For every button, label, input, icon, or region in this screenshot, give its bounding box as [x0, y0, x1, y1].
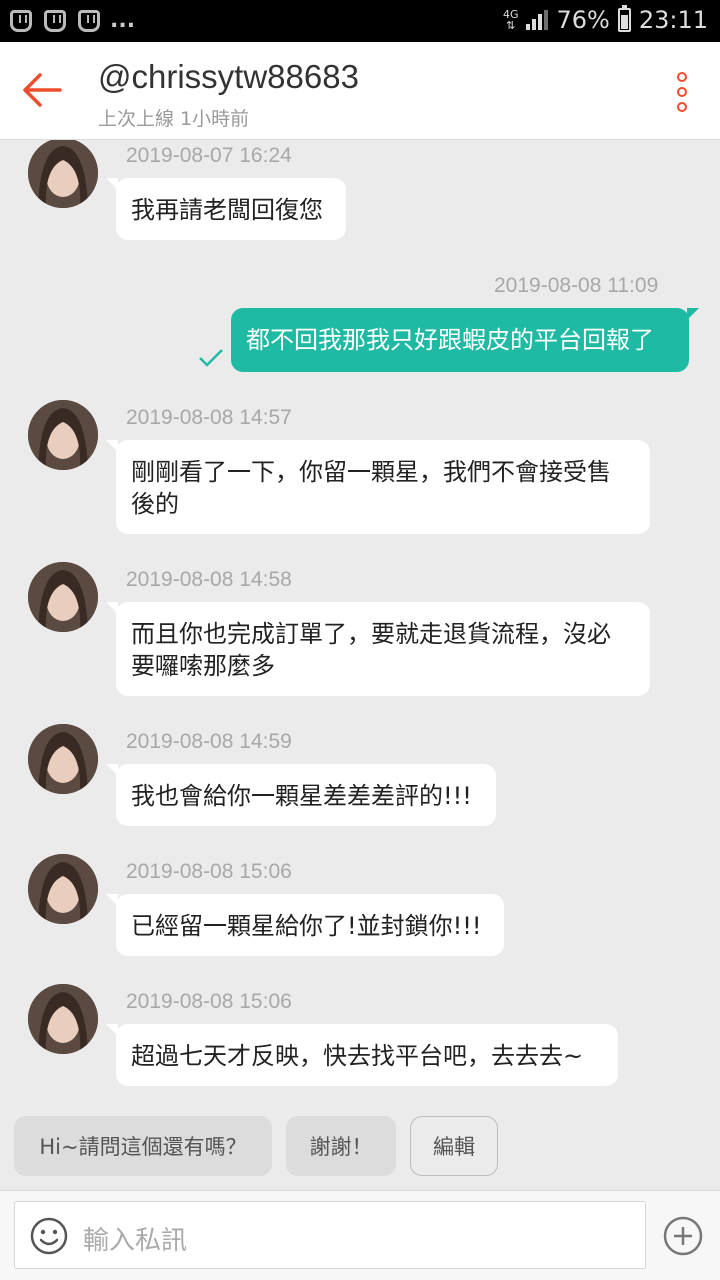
message-bubble[interactable]: 已經留一顆星給你了!並封鎖你!!!	[106, 894, 504, 956]
network-type: 4G ⇅	[502, 8, 519, 32]
message-input[interactable]: 輸入私訊	[14, 1201, 646, 1269]
notification-icons: ...	[10, 8, 135, 33]
message-bubble[interactable]: 我再請老闆回復您	[106, 178, 346, 240]
message-timestamp: 2019-08-08 14:58	[126, 568, 292, 591]
avatar[interactable]	[28, 854, 98, 924]
status-indicators: 4G ⇅ 76% 23:11	[502, 5, 708, 34]
quick-reply-button[interactable]: 謝謝！	[286, 1116, 396, 1176]
chat-header: @chrissytw88683 上次上線 1小時前	[0, 42, 720, 140]
avatar[interactable]	[28, 400, 98, 470]
message-line: 而且你也完成訂單了，要就走退貨流程，沒必	[131, 620, 611, 648]
avatar[interactable]	[28, 140, 98, 208]
add-icon[interactable]	[662, 1215, 704, 1257]
avatar[interactable]	[28, 724, 98, 794]
status-bar: ... 4G ⇅ 76% 23:11	[0, 0, 720, 42]
signal-icon	[526, 10, 549, 30]
message-timestamp: 2019-08-08 15:06	[126, 860, 292, 883]
check-icon	[196, 346, 226, 370]
battery-icon	[617, 5, 631, 32]
app-notification-icon	[10, 9, 32, 32]
message-bubble[interactable]: 我也會給你一顆星差差差評的!!!	[106, 764, 496, 826]
back-arrow-icon[interactable]	[20, 70, 64, 110]
quick-reply-button[interactable]: Hi~請問這個還有嗎？	[14, 1116, 272, 1176]
clock: 23:11	[638, 6, 708, 34]
chat-username: @chrissytw88683	[98, 58, 359, 95]
message-timestamp: 2019-08-08 11:09	[494, 274, 659, 297]
battery-percent: 76%	[556, 6, 610, 34]
message-list[interactable]: 2019-08-07 16:24 我再請老闆回復您 2019-08-08 11:…	[0, 140, 720, 1105]
message-bubble[interactable]: 而且你也完成訂單了，要就走退貨流程，沒必 要囉嗦那麼多	[106, 602, 650, 696]
message-line: 後的	[131, 490, 179, 518]
message-input-placeholder: 輸入私訊	[83, 1226, 188, 1256]
message-timestamp: 2019-08-08 14:59	[126, 730, 292, 753]
quick-replies: Hi~請問這個還有嗎？ 謝謝！ 編輯	[0, 1116, 720, 1178]
app-notification-icon	[78, 9, 100, 32]
emoji-icon[interactable]	[29, 1216, 69, 1256]
last-seen: 上次上線 1小時前	[98, 108, 250, 130]
edit-quick-replies-button[interactable]: 編輯	[410, 1116, 498, 1176]
message-bubble[interactable]: 超過七天才反映，快去找平台吧，去去去~	[106, 1024, 618, 1086]
message-bubble[interactable]: 都不回我那我只好跟蝦皮的平台回報了	[231, 308, 699, 372]
message-line: 剛剛看了一下，你留一顆星，我們不會接受售	[131, 458, 611, 486]
more-notifications: ...	[110, 8, 136, 33]
message-bubble[interactable]: 剛剛看了一下，你留一顆星，我們不會接受售 後的	[106, 440, 650, 534]
avatar[interactable]	[28, 984, 98, 1054]
message-input-bar: 輸入私訊	[0, 1190, 720, 1280]
avatar[interactable]	[28, 562, 98, 632]
message-timestamp: 2019-08-07 16:24	[126, 144, 292, 167]
app-notification-icon	[44, 9, 66, 32]
message-timestamp: 2019-08-08 14:57	[126, 406, 292, 429]
more-vertical-icon[interactable]	[674, 72, 690, 112]
message-line: 要囉嗦那麼多	[131, 652, 275, 680]
message-timestamp: 2019-08-08 15:06	[126, 990, 292, 1013]
